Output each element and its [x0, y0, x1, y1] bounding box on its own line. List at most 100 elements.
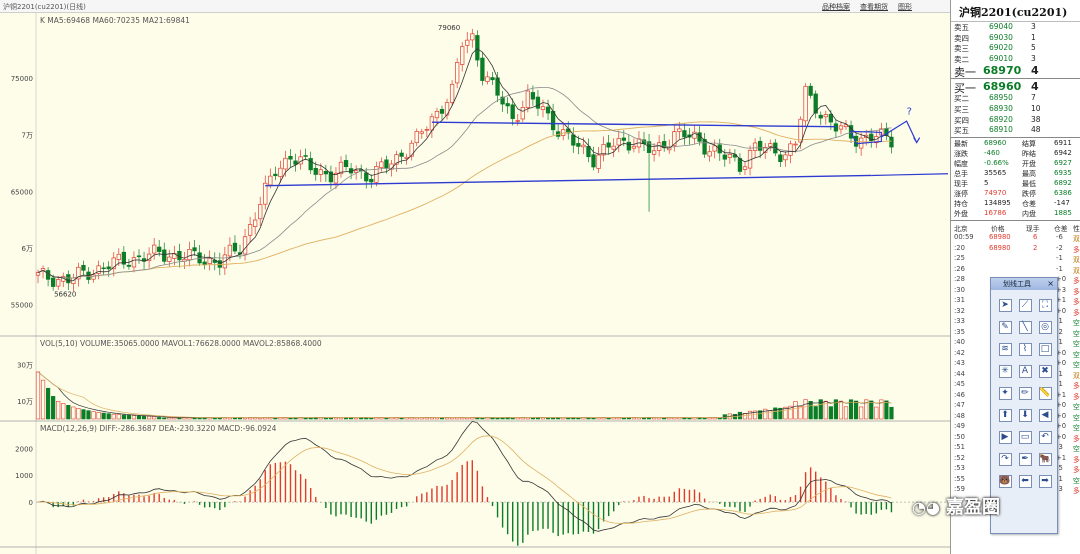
tick-time: :43: [954, 359, 965, 368]
stat-label: 幅度: [954, 159, 968, 168]
fib-icon[interactable]: ≋: [995, 338, 1015, 360]
volume-bar: [56, 400, 61, 420]
stat-label: 跌停: [1022, 189, 1036, 198]
arrow-down-icon[interactable]: ⬇: [1015, 404, 1035, 426]
tick-oi: -1: [1056, 264, 1063, 273]
volume-bar: [465, 417, 470, 420]
text-icon-glyph: A: [1018, 364, 1032, 378]
drawing-toolbar-header[interactable]: 划线工具 ×: [991, 278, 1057, 290]
candle-down: [313, 167, 318, 175]
bid-row: 买一 68960 4: [951, 80, 1080, 95]
volume-bar: [889, 406, 894, 420]
undo-icon[interactable]: ↶: [1035, 426, 1055, 448]
trash-icon[interactable]: ✖: [1035, 360, 1055, 382]
candle-down: [818, 114, 823, 119]
candle-up: [460, 46, 465, 65]
arrow-right-icon[interactable]: ▶: [995, 426, 1015, 448]
gann-icon[interactable]: ✳: [995, 360, 1015, 382]
volume-bar: [853, 400, 859, 420]
stat-row: 幅度 -0.66% 开盘 6927: [951, 159, 1080, 169]
volume-bar: [152, 416, 157, 420]
price-axis-label: 65000: [11, 188, 33, 196]
candle-down: [328, 171, 334, 183]
macd-axis-label: 1000: [15, 472, 33, 480]
tick-time: :45: [954, 380, 965, 389]
tick-volume: 2: [1033, 243, 1038, 252]
volume-bar: [606, 417, 611, 420]
candle-down: [323, 170, 328, 175]
candle-up: [268, 175, 273, 186]
contract-title: 沪铜2201(cu2201): [951, 0, 1080, 22]
volume-bar: [167, 417, 172, 420]
candle-down: [682, 130, 687, 138]
candle-down: [545, 106, 551, 114]
bull-icon[interactable]: 🐂: [1035, 448, 1055, 470]
rectangle-icon-glyph: ▭: [1018, 430, 1032, 444]
candle-down: [490, 77, 495, 81]
square-icon[interactable]: □: [1035, 338, 1055, 360]
tick-type: 空: [1073, 319, 1080, 328]
pencil-icon[interactable]: ✏: [1015, 382, 1035, 404]
volume-bar: [288, 417, 293, 420]
product-file-button[interactable]: 品种档案: [822, 2, 850, 12]
chart-button[interactable]: 图形: [898, 2, 912, 12]
close-icon[interactable]: ×: [1047, 278, 1054, 290]
cursor-icon[interactable]: ➤: [995, 294, 1015, 316]
tick-time: :44: [954, 369, 965, 378]
line-icon[interactable]: ⟋: [1015, 294, 1035, 316]
candle-down: [162, 249, 167, 262]
ruler-icon[interactable]: 📏: [1035, 382, 1055, 404]
forward-arrow-icon[interactable]: ➡: [1035, 470, 1055, 492]
ticks-header: 北京 价格 现手 仓差 性: [954, 224, 1080, 233]
candle-up: [631, 145, 637, 149]
volume-bar: [859, 406, 864, 420]
circle-icon[interactable]: ◎: [1035, 316, 1055, 338]
volume-bar: [813, 406, 818, 420]
text-icon[interactable]: A: [1015, 360, 1035, 382]
tick-type: 空: [1073, 413, 1080, 422]
rectangle-icon[interactable]: ▭: [1015, 426, 1035, 448]
candle-up: [712, 145, 717, 152]
ask-price: 68970: [983, 64, 1022, 78]
candle-up: [283, 157, 288, 170]
tick-time: :50: [954, 432, 965, 441]
lasso-icon[interactable]: ⌇: [1015, 338, 1035, 360]
volume-bar: [66, 405, 71, 420]
stat-row: 总手 35565 最高 6935: [951, 169, 1080, 179]
candle-up: [379, 161, 384, 169]
brush-icon[interactable]: ✎: [995, 316, 1015, 338]
candle-up: [116, 253, 121, 260]
kline-chart[interactable]: K MA5:69468 MA60:70235 MA21:69841 VOL(5,…: [0, 13, 950, 554]
stat-value: 16786: [984, 208, 1007, 217]
fib-icon-glyph: ≋: [998, 342, 1012, 356]
ask-volume: 3: [1031, 53, 1036, 63]
pen-icon[interactable]: ✒: [1015, 448, 1035, 470]
back-arrow-icon[interactable]: ⬅: [1015, 470, 1035, 492]
star-icon[interactable]: ✦: [995, 382, 1015, 404]
candle-down: [202, 261, 207, 265]
tick-time: :51: [954, 443, 965, 452]
rect-select-icon[interactable]: ⛶: [1035, 294, 1055, 316]
arrow-up-icon[interactable]: ⬆: [995, 404, 1015, 426]
volume-bar: [71, 406, 76, 420]
redo-icon[interactable]: ↷: [995, 448, 1015, 470]
tick-type: 多: [1073, 466, 1080, 475]
volume-bar: [91, 411, 96, 420]
candle-up: [611, 145, 616, 150]
tick-row: 00:59 68980 6 -6 双: [951, 232, 1080, 243]
candle-down: [343, 160, 349, 167]
stat-row: 最新 68960 结算 6911: [951, 139, 1080, 149]
volume-bar: [86, 410, 91, 420]
arrow-left-icon[interactable]: ◀: [1035, 404, 1055, 426]
view-futures-button[interactable]: 查看期货: [860, 2, 888, 12]
tick-time: :47: [954, 401, 965, 410]
segment-icon[interactable]: ╲: [1015, 316, 1035, 338]
candle-down: [192, 247, 197, 252]
candle-down: [364, 172, 369, 182]
stat-label: 总手: [954, 169, 968, 178]
stat-row: 涨停 74970 跌停 6386: [951, 189, 1080, 199]
candle-up: [253, 219, 258, 227]
bear-icon[interactable]: 🐻: [995, 470, 1015, 492]
stat-row: 现手 5 最低 6892: [951, 179, 1080, 189]
tick-time: :20: [954, 243, 965, 252]
